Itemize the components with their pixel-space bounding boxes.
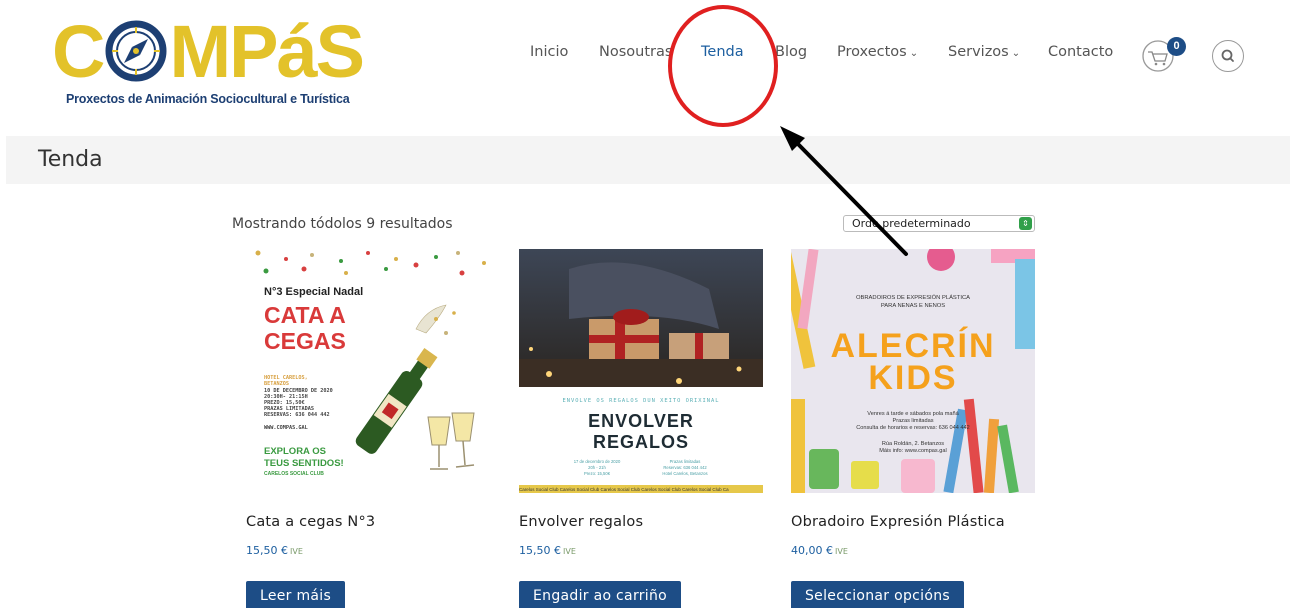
result-count: Mostrando tódolos 9 resultados <box>232 216 453 232</box>
select-options-button[interactable]: Seleccionar opcións <box>791 581 964 608</box>
price-tax-label: IVE <box>835 547 848 556</box>
poster-detail: Máis info: www.compas.gal <box>879 448 946 454</box>
product-price: 15,50 € IVE <box>519 544 576 557</box>
nav-item-label: Inicio <box>530 44 569 60</box>
product-price: 40,00 € IVE <box>791 544 848 557</box>
nav-item-label: Nosoutras <box>599 44 673 60</box>
poster-title-line-2: REGALOS <box>593 432 689 452</box>
price-tax-label: IVE <box>290 547 303 556</box>
envolver-regalos-poster: ENVOLVE OS REGALOS DUN XEITO ORIXINAL EN… <box>519 249 763 493</box>
nav-item-contacto[interactable]: Contacto <box>1048 44 1113 60</box>
gift-wrapping-photo <box>519 249 763 387</box>
poster-subtitle-line: OBRADOIROS DE EXPRESIÓN PLÁSTICA <box>856 294 970 301</box>
search-button[interactable] <box>1212 40 1244 72</box>
logo-letters-right: MPáS <box>169 10 365 93</box>
read-more-button[interactable]: Leer máis <box>246 581 346 608</box>
poster-info-left: 17 de decembro de 2020 <box>574 459 621 464</box>
poster-info-left: 20h - 21h <box>588 465 606 470</box>
poster-web: WWW.COMPAS.GAL <box>264 425 308 431</box>
add-to-cart-button[interactable]: Engadir ao carriño <box>519 581 682 608</box>
nav-item-blog[interactable]: Blog <box>775 44 807 60</box>
product-image-envolver-regalos[interactable]: ENVOLVE OS REGALOS DUN XEITO ORIXINAL EN… <box>519 249 763 493</box>
orderby-select[interactable]: Orde predeterminado ⇕ <box>843 215 1035 232</box>
poster-detail: Prazas limitadas <box>892 418 933 424</box>
product-image-alecrin-kids[interactable]: OBRADOIROS DE EXPRESIÓN PLÁSTICA PARA NE… <box>791 249 1035 493</box>
cata-a-cegas-poster: N°3 Especial Nadal CATA A CEGAS HOTEL CA… <box>246 249 490 493</box>
price-amount: 15,50 € <box>246 544 288 557</box>
site-header: C MPáS Proxectos de Animación Sociocultu… <box>0 0 1290 130</box>
cart-count-badge: 0 <box>1167 37 1186 56</box>
compass-icon <box>105 20 167 82</box>
nav-item-label: Proxectos <box>837 44 907 60</box>
alecrin-kids-poster: OBRADOIROS DE EXPRESIÓN PLÁSTICA PARA NE… <box>791 249 1035 493</box>
logo-tagline: Proxectos de Animación Sociocultural e T… <box>66 92 350 106</box>
logo-wordmark: C MPáS <box>52 10 365 93</box>
poster-title-line-1: CATA A <box>264 302 346 328</box>
price-tax-label: IVE <box>563 547 576 556</box>
poster-detail: RESERVAS: 636 044 442 <box>264 412 330 418</box>
page-title-bar: Tenda <box>6 136 1290 184</box>
poster-info-left: Prezo: 15,50€ <box>584 471 611 476</box>
poster-info-right: Hotel Carelos, Betanzos <box>662 471 707 476</box>
poster-info-right: Reservas: 636 044 442 <box>663 465 707 470</box>
poster-detail: BETANZOS <box>264 381 289 387</box>
nav-item-nosoutras[interactable]: Nosoutras <box>599 44 672 60</box>
poster-info-right: Prazas limitadas <box>670 459 701 464</box>
poster-detail: Venres á tarde e sábados pola mañá <box>867 411 959 417</box>
product-title[interactable]: Envolver regalos <box>519 514 643 530</box>
nav-item-label: Contacto <box>1048 44 1114 60</box>
poster-title-line-2: CEGAS <box>264 328 346 354</box>
poster-cta-line-2: TEUS SENTIDOS! <box>264 458 344 469</box>
nav-item-proxectos[interactable]: Proxectos ⌄ <box>837 44 918 60</box>
nav-item-tenda[interactable]: Tenda <box>701 44 744 60</box>
poster-detail: Rúa Roldán, 2. Betanzos <box>882 441 944 447</box>
nav-item-label: Blog <box>775 44 808 60</box>
poster-cta-line-1: EXPLORA OS <box>264 446 326 457</box>
product-title[interactable]: Cata a cegas N°3 <box>246 514 375 530</box>
nav-item-servizos[interactable]: Servizos ⌄ <box>948 44 1020 60</box>
poster-heading: N°3 Especial Nadal <box>264 286 363 298</box>
poster-footer: Carelos Social Club Carelos Social Club … <box>519 487 729 492</box>
select-arrows-icon: ⇕ <box>1019 217 1032 230</box>
poster-title-line-1: ENVOLVER <box>588 411 694 431</box>
page-title: Tenda <box>38 147 103 172</box>
nav-item-label: Tenda <box>701 44 744 60</box>
chevron-down-icon: ⌄ <box>909 48 919 59</box>
site-logo[interactable]: C MPáS Proxectos de Animación Sociocultu… <box>52 12 372 112</box>
orderby-selected-value: Orde predeterminado <box>852 217 971 230</box>
nav-item-inicio[interactable]: Inicio <box>530 44 568 60</box>
nav-item-label: Servizos <box>948 44 1009 60</box>
poster-title-line-2: KIDS <box>868 359 957 397</box>
poster-subtitle-line: PARA NENAS E NENOS <box>881 303 945 309</box>
product-title[interactable]: Obradoiro Expresión Plástica <box>791 514 1005 530</box>
poster-footer: CARELOS SOCIAL CLUB <box>264 471 324 477</box>
logo-letters-left: C <box>52 10 105 93</box>
poster-detail: Consulta de horarios e reservas: 636 044… <box>856 425 970 431</box>
product-price: 15,50 € IVE <box>246 544 303 557</box>
product-image-cata-a-cegas[interactable]: N°3 Especial Nadal CATA A CEGAS HOTEL CA… <box>246 249 490 493</box>
chevron-down-icon: ⌄ <box>1011 48 1021 59</box>
price-amount: 15,50 € <box>519 544 561 557</box>
price-amount: 40,00 € <box>791 544 833 557</box>
search-icon <box>1221 49 1234 62</box>
poster-subtitle: ENVOLVE OS REGALOS DUN XEITO ORIXINAL <box>562 398 719 404</box>
